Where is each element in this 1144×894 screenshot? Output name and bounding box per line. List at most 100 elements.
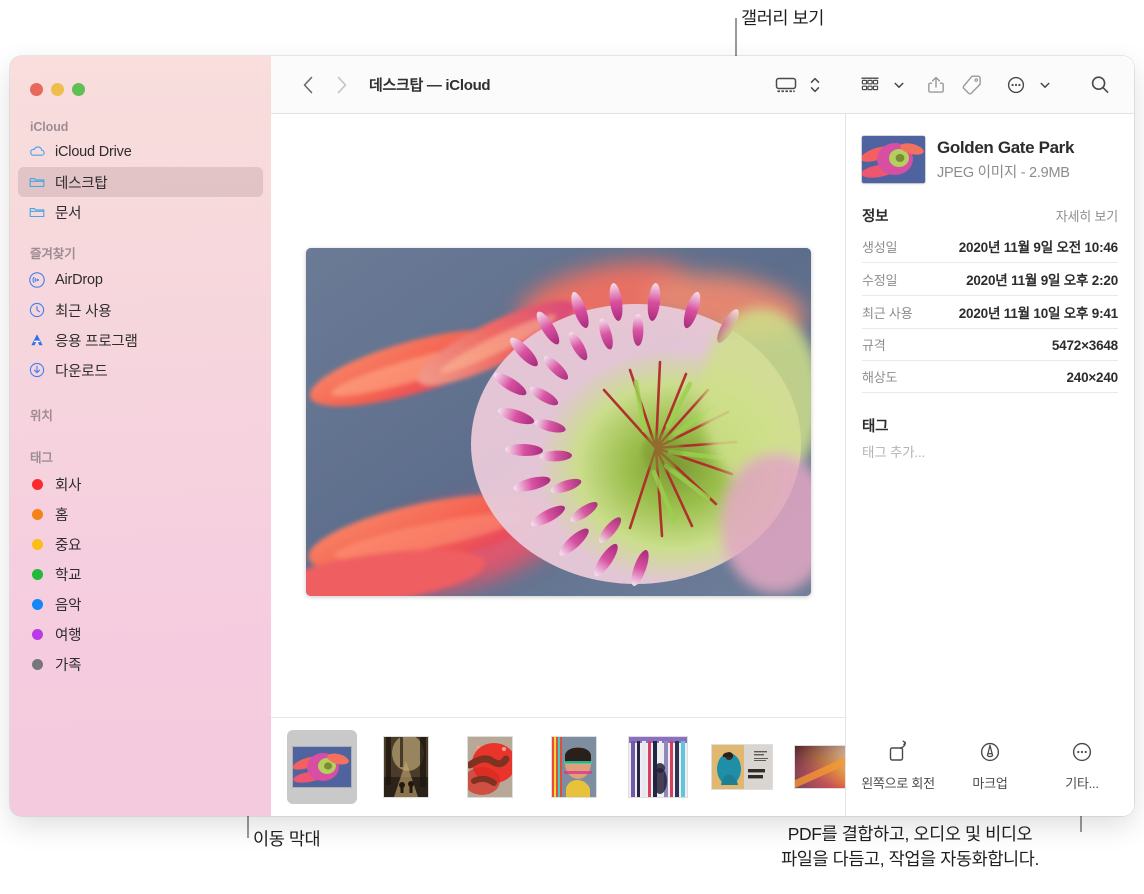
sidebar-item-documents[interactable]: 문서 xyxy=(18,197,263,227)
info-section-header: 정보 자세히 보기 xyxy=(862,205,1118,226)
thumbnail-item-striped-curtain[interactable] xyxy=(623,730,693,804)
callout-pdf-description: PDF를 결합하고, 오디오 및 비디오 파일을 다듬고, 작업을 자동화합니다… xyxy=(686,822,1134,873)
tag-dot-icon xyxy=(28,475,46,493)
ellipsis-circle-icon[interactable] xyxy=(998,68,1034,102)
thumbnail-image xyxy=(384,737,428,797)
info-key: 규격 xyxy=(862,338,886,353)
sidebar-item-label: 중요 xyxy=(55,537,82,554)
share-button[interactable] xyxy=(918,68,954,102)
sidebar-item-tag-important[interactable]: 중요 xyxy=(18,529,263,559)
thumbnail-image xyxy=(293,747,351,787)
sidebar-header-tags: 태그 xyxy=(30,451,53,465)
file-header: Golden Gate Park JPEG 이미지 - 2.9MB xyxy=(862,136,1118,183)
preview-photo[interactable] xyxy=(305,247,811,596)
markup-button[interactable]: 마크업 xyxy=(945,740,1035,792)
sidebar-item-icloud-drive[interactable]: iCloud Drive xyxy=(18,137,263,167)
info-value: 5472×3648 xyxy=(1051,338,1118,353)
more-actions-control[interactable] xyxy=(998,68,1056,102)
sidebar-list: iCloud iCloud Drive 데스크탑 문서 즐겨찾기 AirDrop… xyxy=(10,56,271,679)
callout-pdf-line-2: 파일을 다듬고, 작업을 자동화합니다. xyxy=(781,849,1039,870)
sidebar-item-recents[interactable]: 최근 사용 xyxy=(18,295,263,325)
info-key: 수정일 xyxy=(862,273,898,288)
info-value: 2020년 11월 9일 오전 10:46 xyxy=(958,240,1118,255)
thumbnail-image xyxy=(712,745,772,789)
add-tag-field[interactable]: 태그 추가... xyxy=(862,441,1118,461)
thumbnail-image xyxy=(552,737,596,797)
sidebar-item-downloads[interactable]: 다운로드 xyxy=(18,355,263,385)
thumbnail-item-red-powder-hands[interactable] xyxy=(455,730,525,804)
forward-button[interactable] xyxy=(325,68,359,102)
finder-window: iCloud iCloud Drive 데스크탑 문서 즐겨찾기 AirDrop… xyxy=(10,56,1134,816)
info-more-link[interactable]: 자세히 보기 xyxy=(1056,206,1118,225)
thumbnail-item-louisa-farris-poster[interactable] xyxy=(707,730,777,804)
info-value: 240×240 xyxy=(1066,370,1118,385)
thumbnail-item-forest-path[interactable] xyxy=(371,730,441,804)
file-thumbnail xyxy=(862,136,925,183)
chevron-down-icon[interactable] xyxy=(888,68,910,102)
file-kind-size: JPEG 이미지 - 2.9MB xyxy=(937,165,1070,181)
screenshot-stage: 갤러리 보기 이동 막대 PDF를 결합하고, 오디오 및 비디오 파일을 다듬… xyxy=(0,0,1144,894)
callout-pdf-line-1: PDF를 결합하고, 오디오 및 비디오 xyxy=(787,824,1033,844)
tags-section-header: 태그 xyxy=(862,415,1118,436)
thumbnail-image xyxy=(795,746,845,788)
close-button[interactable] xyxy=(30,83,43,96)
more-button[interactable]: 기타... xyxy=(1037,740,1127,792)
action-label: 기타... xyxy=(1065,776,1099,791)
info-value: 2020년 11월 10일 오후 9:41 xyxy=(958,306,1118,321)
tag-dot-icon xyxy=(28,505,46,523)
sidebar-item-label: AirDrop xyxy=(55,272,103,288)
gallery-view-button[interactable] xyxy=(768,68,804,102)
tag-button[interactable] xyxy=(954,68,990,102)
rotate-left-button[interactable]: 왼쪽으로 회전 xyxy=(853,740,943,792)
chevron-down-icon[interactable] xyxy=(1034,68,1056,102)
thumbnail-item-portrait-neon[interactable] xyxy=(539,730,609,804)
tags-title: 태그 xyxy=(862,419,889,435)
info-row-resolution: 해상도 240×240 xyxy=(862,361,1118,393)
sidebar-item-label: 음악 xyxy=(55,597,82,614)
tag-dot-icon xyxy=(28,625,46,643)
rotate-left-icon xyxy=(885,740,911,764)
sidebar-item-tag-music[interactable]: 음악 xyxy=(18,589,263,619)
info-key: 생성일 xyxy=(862,240,898,255)
thumbnail-item-orange-gradient[interactable] xyxy=(791,730,845,804)
sidebar-item-tag-work[interactable]: 회사 xyxy=(18,469,263,499)
sidebar-item-label: 홈 xyxy=(55,507,69,524)
folder-icon xyxy=(28,173,46,191)
sidebar-item-desktop[interactable]: 데스크탑 xyxy=(18,167,263,197)
sidebar-header-icloud: iCloud xyxy=(30,120,69,134)
filmstrip[interactable] xyxy=(271,717,845,816)
sidebar-item-label: 문서 xyxy=(55,205,82,222)
thumbnail-image xyxy=(468,737,512,797)
group-by-control[interactable] xyxy=(852,68,910,102)
sidebar-item-tag-family[interactable]: 가족 xyxy=(18,649,263,679)
applications-icon xyxy=(28,331,46,349)
action-label: 마크업 xyxy=(972,776,1008,791)
thumbnail-image xyxy=(629,737,687,797)
tag-dot-icon xyxy=(28,655,46,673)
sidebar-item-tag-home[interactable]: 홈 xyxy=(18,499,263,529)
info-key: 최근 사용 xyxy=(862,306,913,321)
view-options-stepper[interactable] xyxy=(804,68,826,102)
minimize-button[interactable] xyxy=(51,83,64,96)
tag-dot-icon xyxy=(28,535,46,553)
zoom-button[interactable] xyxy=(72,83,85,96)
back-button[interactable] xyxy=(291,68,325,102)
info-row-created: 생성일 2020년 11월 9일 오전 10:46 xyxy=(862,230,1118,263)
sidebar-item-label: 데스크탑 xyxy=(55,175,108,192)
callout-gallery-view: 갤러리 보기 xyxy=(741,8,824,28)
sidebar-item-label: 가족 xyxy=(55,657,82,674)
tag-dot-icon xyxy=(28,565,46,583)
search-button[interactable] xyxy=(1082,68,1118,102)
thumbnail-item-flower-macro[interactable] xyxy=(287,730,357,804)
info-row-modified: 수정일 2020년 11월 9일 오후 2:20 xyxy=(862,263,1118,296)
action-label: 왼쪽으로 회전 xyxy=(861,776,935,791)
sidebar-item-tag-travel[interactable]: 여행 xyxy=(18,619,263,649)
grid-group-icon[interactable] xyxy=(852,68,888,102)
sidebar-item-airdrop[interactable]: AirDrop xyxy=(18,265,263,295)
sidebar-item-applications[interactable]: 응용 프로그램 xyxy=(18,325,263,355)
clock-icon xyxy=(28,301,46,319)
inspector-content: Golden Gate Park JPEG 이미지 - 2.9MB 정보 자세히… xyxy=(846,114,1134,461)
sidebar-item-tag-school[interactable]: 학교 xyxy=(18,559,263,589)
toolbar: 데스크탑 — iCloud xyxy=(271,56,1134,114)
window-content: 데스크탑 — iCloud Golden Gate Park JPEG 이미지 … xyxy=(271,56,1134,816)
